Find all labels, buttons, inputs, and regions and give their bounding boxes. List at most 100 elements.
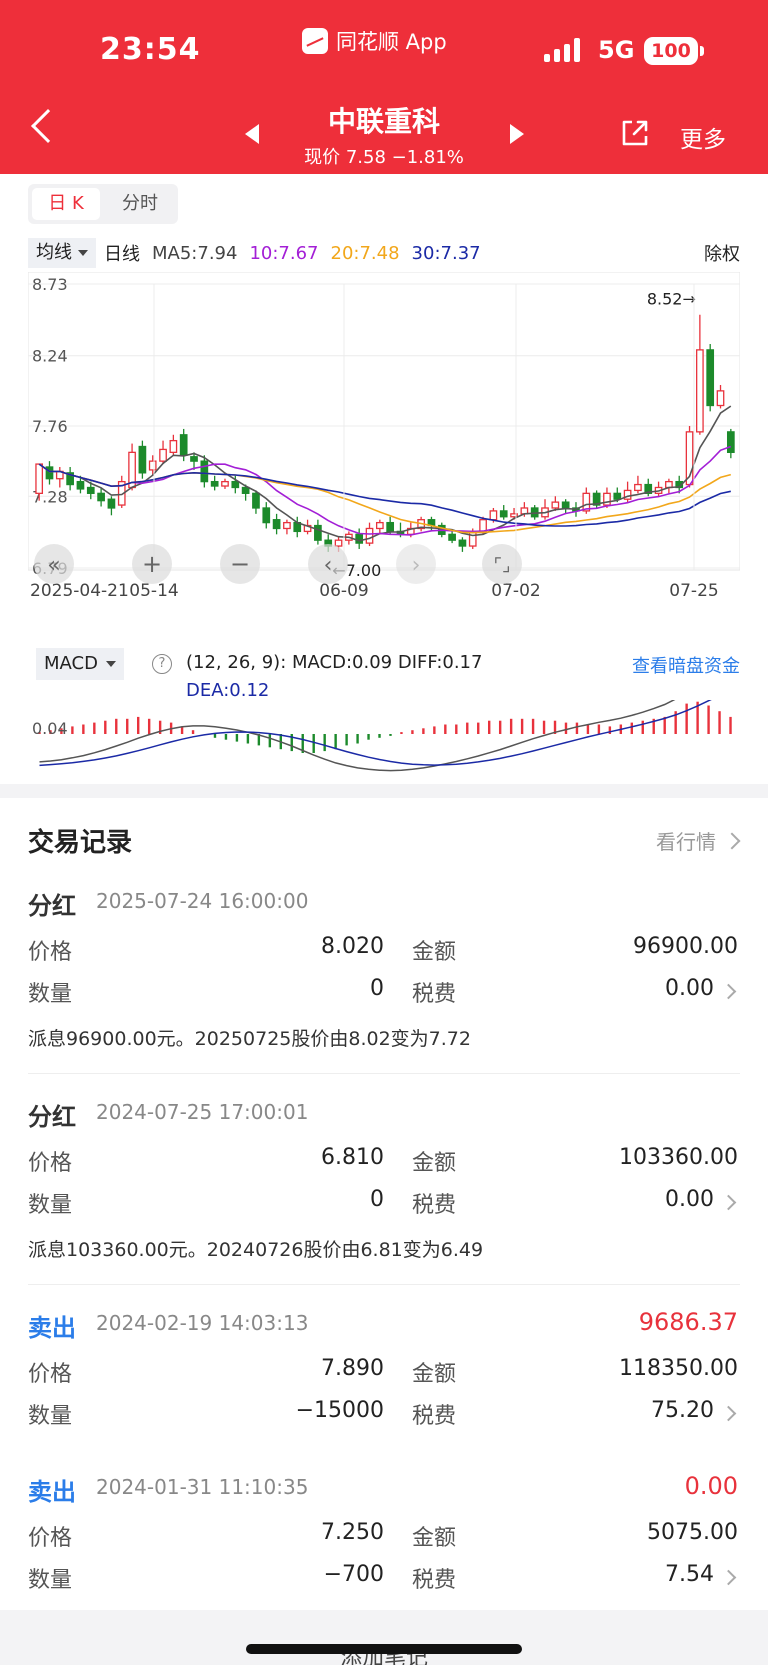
record-type: 卖出	[28, 1478, 76, 1506]
amount-value: 103360.00	[619, 1145, 738, 1170]
chart-controls: « + − ‹ › ⌜⌟	[34, 544, 522, 584]
record-profit: 9686.37	[638, 1308, 738, 1336]
record-item[interactable]: 卖出 2024-01-31 11:10:35 0.00 价格 7.250 金额 …	[28, 1472, 740, 1602]
tab-daily-k[interactable]: 日 K	[32, 188, 100, 220]
candle-body	[706, 349, 715, 407]
chart-tabs: 日 K 分时	[28, 184, 178, 224]
candle-body	[241, 486, 250, 494]
chevron-right-icon	[720, 1405, 737, 1422]
chevron-right-icon	[720, 1569, 737, 1586]
tab-intraday[interactable]: 分时	[108, 188, 172, 220]
candle-body	[355, 533, 364, 544]
signal-icon	[544, 38, 580, 62]
candle-body	[613, 492, 622, 500]
chevron-left-icon: ‹	[324, 553, 333, 578]
fee-label: 税费	[412, 1193, 457, 1218]
y-tick-label: 8.24	[32, 347, 68, 366]
candle-body	[272, 519, 281, 530]
section-divider	[0, 784, 768, 798]
price-label: 价格	[28, 1526, 73, 1551]
candle-body	[499, 510, 508, 518]
fee-label: 税费	[412, 1568, 457, 1593]
candle-body	[210, 480, 219, 487]
indicator-selector[interactable]: 均线	[28, 238, 96, 268]
share-icon[interactable]	[620, 118, 650, 148]
ma30-value: 30:7.37	[411, 242, 481, 264]
candle-body	[314, 524, 322, 541]
candle-body	[179, 434, 188, 456]
macd-params: (12, 26, 9):	[186, 652, 287, 673]
fullscreen-icon: ⌜⌟	[494, 555, 511, 576]
adjust-button[interactable]: 除权	[704, 240, 740, 266]
price-value: 7.250	[321, 1520, 384, 1545]
chevron-down-icon	[105, 661, 116, 667]
view-market-link[interactable]: 看行情	[656, 826, 741, 855]
record-type: 分红	[28, 1103, 76, 1131]
ma-legend: 均线 日线 MA5:7.94 10:7.67 20:7.48 30:7.37 除…	[28, 238, 740, 268]
record-note: 派息96900.00元。20250725股价由8.02变为7.72	[28, 1028, 471, 1050]
macd-header: MACD ? (12, 26, 9): MACD:0.09 DIFF:0.17 …	[28, 648, 740, 708]
candle-body	[86, 486, 95, 494]
record-datetime: 2024-01-31 11:10:35	[96, 1475, 309, 1499]
macd-selector[interactable]: MACD	[36, 648, 124, 680]
candle-body	[76, 480, 85, 490]
fee-value: 0.00	[665, 1187, 714, 1212]
dea-line	[39, 700, 712, 767]
candle-body	[283, 521, 291, 530]
candle-body	[334, 539, 343, 547]
x-tick-label: 06-09	[319, 581, 368, 601]
candle-body	[726, 431, 735, 454]
amount-label: 金额	[412, 1151, 457, 1176]
candle-body	[634, 483, 642, 492]
next-stock-icon[interactable]	[510, 124, 524, 144]
candle-body	[716, 390, 725, 407]
amount-value: 96900.00	[633, 934, 738, 959]
macd-selector-label: MACD	[44, 653, 98, 674]
help-icon[interactable]: ?	[152, 654, 172, 674]
view-market-label: 看行情	[656, 830, 716, 854]
app-icon	[302, 28, 328, 54]
candle-body	[231, 480, 240, 489]
candle-body	[479, 519, 487, 533]
record-datetime: 2024-07-25 17:00:01	[96, 1100, 309, 1124]
candle-body	[365, 527, 374, 544]
amount-label: 金额	[412, 1526, 457, 1551]
candle-body	[35, 463, 44, 494]
y-tick-label: 7.76	[32, 417, 68, 436]
more-button[interactable]: 更多	[680, 120, 726, 154]
record-datetime: 2024-02-19 14:03:13	[96, 1311, 309, 1335]
qty-value: 0	[370, 1187, 384, 1212]
diff-value: DIFF:0.17	[397, 652, 483, 673]
battery-icon: 100	[644, 37, 704, 65]
price-label: 价格	[28, 940, 73, 965]
candle-body	[375, 521, 384, 530]
minus-icon: −	[230, 550, 250, 578]
candle-body	[190, 456, 198, 462]
chevron-down-icon	[78, 250, 88, 256]
divider	[28, 1073, 740, 1074]
x-tick-label: 07-25	[669, 581, 718, 601]
high-annotation: 8.52→	[647, 290, 696, 309]
divider	[28, 1284, 740, 1285]
candle-body	[148, 460, 157, 471]
price-value: 6.810	[321, 1145, 384, 1170]
chevron-right-icon	[720, 983, 737, 1000]
amount-label: 金额	[412, 1362, 457, 1387]
records-title: 交易记录	[28, 828, 133, 858]
fee-label: 税费	[412, 982, 457, 1007]
record-item[interactable]: 分红 2025-07-24 16:00:00 价格 8.020 金额 96900…	[28, 886, 740, 1056]
record-type: 卖出	[28, 1314, 76, 1342]
source-app[interactable]: 同花顺 App	[302, 26, 447, 56]
kline-chart[interactable]: 8.738.247.767.286.79 8.52→←7.00 2025-04-…	[28, 272, 740, 606]
candle-body	[468, 530, 477, 547]
record-item[interactable]: 分红 2024-07-25 17:00:01 价格 6.810 金额 10336…	[28, 1097, 740, 1267]
plus-icon: +	[142, 550, 162, 578]
home-indicator	[246, 1644, 522, 1654]
candle-body	[221, 480, 229, 487]
chevron-right-icon: ›	[412, 553, 421, 578]
candle-body	[262, 507, 271, 524]
candle-body	[107, 498, 116, 509]
dark-pool-link[interactable]: 查看暗盘资金	[632, 652, 740, 678]
record-item[interactable]: 卖出 2024-02-19 14:03:13 9686.37 价格 7.890 …	[28, 1308, 740, 1438]
candle-body	[551, 501, 560, 509]
